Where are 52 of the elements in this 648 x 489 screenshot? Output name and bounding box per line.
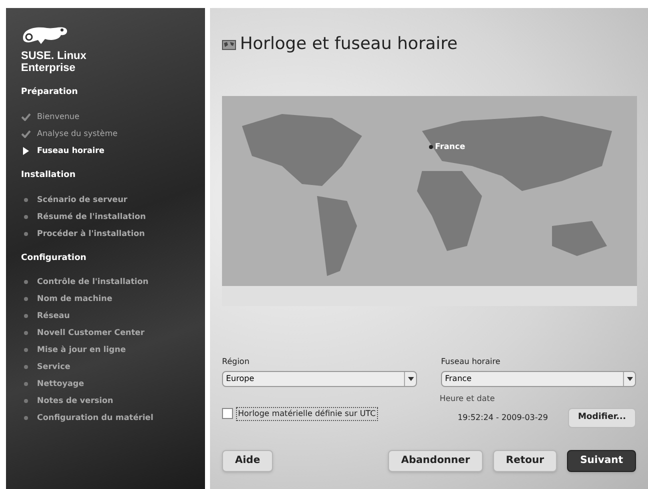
page-title: Horloge et fuseau horaire — [240, 33, 458, 56]
checkbox[interactable] — [222, 408, 233, 419]
bullet-icon — [24, 198, 28, 202]
map-icon — [222, 40, 236, 50]
step-item: Configuration du matériel — [21, 412, 205, 424]
bullet-icon — [24, 280, 28, 284]
button[interactable]: Retour — [492, 450, 558, 472]
modify-button[interactable]: Modifier... — [568, 408, 636, 428]
caret-icon — [408, 376, 414, 380]
step-item: Service — [21, 361, 205, 374]
arrow-icon — [22, 146, 30, 155]
bullet-icon — [24, 297, 28, 302]
step-item: Novell Customer Center — [21, 327, 205, 340]
step-item: Réseau — [21, 310, 205, 322]
step-item: Notes de version — [21, 395, 205, 408]
step-item: Fuseau horaire — [21, 144, 205, 157]
step-item: Analyse du système — [21, 128, 205, 140]
step-item: Procéder à l'installation — [21, 228, 205, 240]
step-item: Bienvenue — [21, 110, 205, 123]
bullet-icon — [24, 416, 28, 420]
field-label: Heure et date — [440, 392, 496, 404]
bullet-icon — [24, 314, 28, 318]
section-heading: Préparation — [21, 86, 79, 99]
region-dropdown[interactable]: Europe — [222, 370, 417, 386]
field-label: Région — [222, 356, 250, 368]
primary-button[interactable]: Suivant — [567, 450, 636, 472]
brand-text: SUSE. Linux — [21, 50, 88, 62]
bullet-icon — [24, 382, 28, 386]
step-item: Scénario de serveur — [21, 194, 205, 206]
bullet-icon — [24, 331, 28, 336]
brand-text: Enterprise — [21, 62, 76, 74]
datetime-value: 19:52:24 - 2009-03-29 — [458, 412, 548, 424]
location-marker-icon — [429, 144, 433, 148]
button[interactable]: Abandonner — [388, 450, 483, 472]
caret-icon — [626, 376, 632, 380]
bullet-icon — [24, 399, 28, 404]
bullet-icon — [24, 365, 28, 370]
checkbox-label[interactable]: Horloge matérielle définie sur UTC — [236, 406, 378, 420]
step-item: Mise à jour en ligne — [21, 344, 205, 356]
button[interactable]: Aide — [222, 450, 274, 472]
section-heading: Installation — [21, 168, 77, 182]
bullet-icon — [24, 232, 28, 236]
step-item: Nom de machine — [21, 293, 205, 306]
section-heading: Configuration — [21, 252, 88, 264]
field-label: Fuseau horaire — [441, 356, 502, 368]
timezone-dropdown[interactable]: France — [441, 370, 636, 386]
step-item: Nettoyage — [21, 378, 205, 390]
step-item: Contrôle de l'installation — [21, 276, 205, 288]
bullet-icon — [24, 348, 28, 352]
map-label: France — [435, 140, 466, 152]
bullet-icon — [24, 214, 28, 218]
step-item: Résumé de l'installation — [21, 210, 205, 222]
